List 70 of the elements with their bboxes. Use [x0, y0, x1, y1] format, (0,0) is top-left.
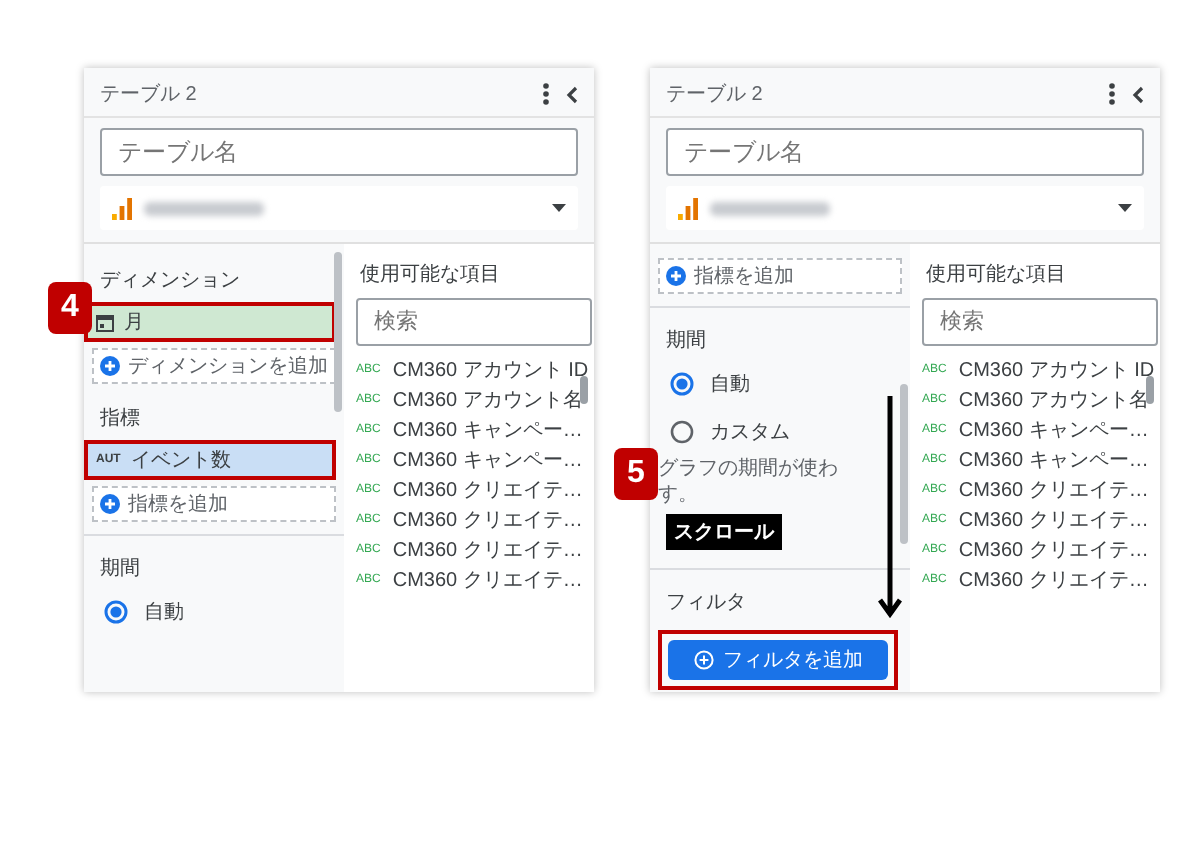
radio-label: 自動 [710, 372, 750, 398]
blurred-source-name [710, 201, 830, 215]
plus-circle-icon [693, 650, 713, 670]
step-badge: 4 [48, 282, 92, 334]
radio-button[interactable] [104, 600, 128, 624]
caret-down-icon [552, 204, 566, 212]
panel-title: テーブル 2 [100, 81, 199, 108]
add-label: 指標を追加 [128, 491, 228, 518]
radio-label: カスタム [710, 420, 790, 446]
section-heading: ディメンション [98, 268, 242, 296]
add-field-button[interactable]: 指標を追加 [658, 258, 902, 294]
field-item[interactable]: CM360 クリエイテ… [392, 505, 583, 533]
scrollbar-thumb[interactable] [580, 376, 588, 404]
radio-button[interactable] [670, 420, 694, 444]
field-item[interactable]: CM360 クリエイテ… [392, 475, 583, 503]
calendar-icon [96, 313, 114, 331]
field-item[interactable]: CM360 アカウント ID [392, 355, 589, 383]
field-item[interactable]: CM360 クリエイテ… [958, 535, 1149, 563]
more-icon[interactable] [1108, 82, 1116, 106]
plus-circle-icon [666, 266, 686, 286]
add-label: ディメンションを追加 [128, 353, 328, 380]
field-chip[interactable]: 月 [88, 306, 332, 338]
bar-chart-icon [678, 197, 698, 219]
section-heading: 期間 [98, 555, 142, 584]
name-field[interactable]: テーブル名 [100, 128, 578, 176]
add-label: 指標を追加 [694, 263, 794, 290]
field-item[interactable]: CM360 キャンペー… [392, 445, 583, 473]
field-item[interactable]: CM360 クリエイテ… [958, 505, 1149, 533]
more-icon[interactable] [542, 82, 550, 106]
blurred-source-name [144, 201, 264, 215]
hint-text: グラフの期間が使わ [656, 456, 840, 482]
plus-circle-icon [100, 356, 120, 376]
scrollbar-thumb[interactable] [900, 384, 908, 544]
section-heading: 指標 [98, 405, 142, 434]
scrollbar-thumb[interactable] [334, 252, 342, 412]
search-field[interactable]: 検索 [922, 298, 1158, 346]
section-heading: 使用可能な項目 [358, 261, 502, 290]
field-item[interactable]: CM360 クリエイテ… [958, 475, 1149, 503]
chip-label: 月 [124, 310, 144, 336]
chevron-left-icon[interactable] [1132, 85, 1144, 103]
scroll-label: スクロール [666, 514, 782, 550]
add-field-button[interactable]: 指標を追加 [92, 486, 336, 522]
name-field[interactable]: テーブル名 [666, 128, 1144, 176]
field-item[interactable]: CM360 クリエイテ… [392, 565, 583, 593]
chip-label: イベント数 [130, 448, 231, 474]
scrollbar-thumb[interactable] [1146, 376, 1154, 404]
field-item[interactable]: CM360 キャンペー… [958, 415, 1149, 443]
section-heading: 使用可能な項目 [924, 261, 1068, 290]
radio-label: 自動 [144, 600, 184, 626]
step-badge: 5 [614, 448, 658, 500]
chevron-left-icon[interactable] [566, 85, 578, 103]
hint-text: す。 [656, 482, 700, 508]
bar-chart-icon [112, 197, 132, 219]
field-item[interactable]: CM360 クリエイテ… [958, 565, 1149, 593]
field-item[interactable]: CM360 キャンペー… [392, 415, 583, 443]
field-item[interactable]: CM360 キャンペー… [958, 445, 1149, 473]
plus-circle-icon [100, 494, 120, 514]
down-arrow-icon [878, 396, 902, 620]
field-item[interactable]: CM360 アカウント ID [958, 355, 1155, 383]
add-field-button[interactable]: ディメンションを追加 [92, 348, 336, 384]
field-item[interactable]: CM360 クリエイテ… [392, 535, 583, 563]
caret-down-icon [1118, 204, 1132, 212]
add-filter-button[interactable]: フィルタを追加 [668, 640, 888, 680]
field-item[interactable]: CM360 アカウント名 [958, 385, 1149, 413]
field-item[interactable]: CM360 アカウント名 [392, 385, 583, 413]
section-heading: 期間 [664, 327, 708, 356]
section-heading: フィルタ [664, 590, 748, 618]
radio-button[interactable] [670, 372, 694, 396]
panel-title: テーブル 2 [666, 81, 765, 108]
search-field[interactable]: 検索 [356, 298, 592, 346]
